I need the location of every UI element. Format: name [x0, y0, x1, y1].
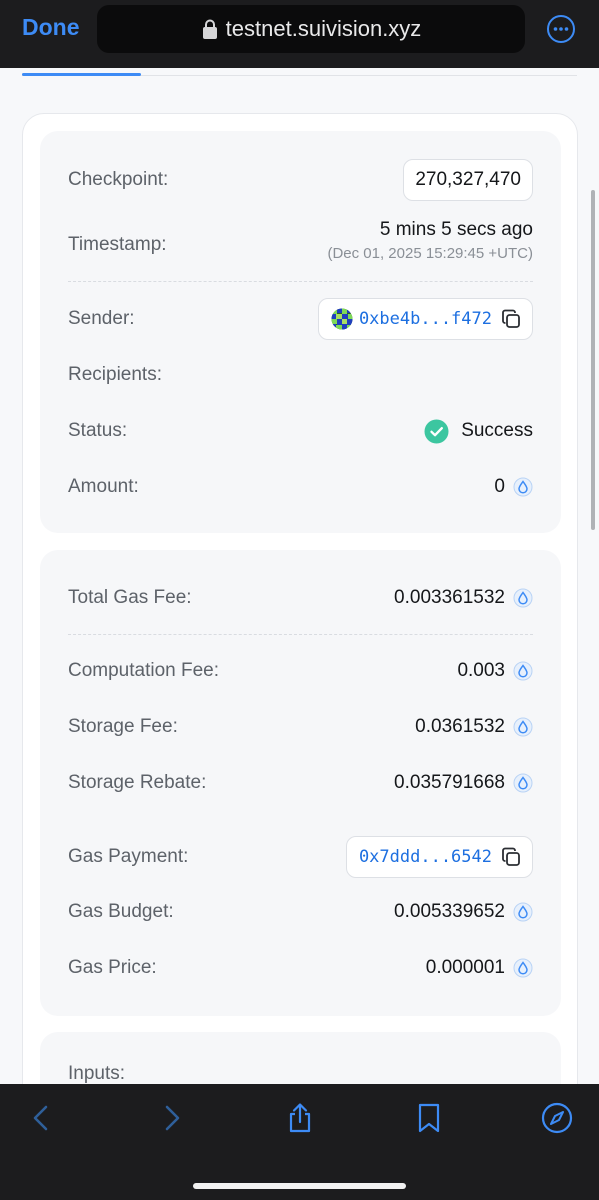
page-content: Checkpoint: 270,327,470 Timestamp: 5 min…	[0, 68, 599, 1084]
inputs-label: Inputs:	[68, 1063, 126, 1084]
compass-icon[interactable]	[541, 1102, 573, 1134]
computation-fee-label: Computation Fee:	[68, 660, 220, 681]
computation-fee-value: 0.003	[457, 660, 533, 682]
gas-price-label: Gas Price:	[68, 957, 157, 978]
bookmarks-icon[interactable]	[413, 1102, 445, 1134]
sender-label: Sender:	[68, 308, 135, 329]
home-indicator[interactable]	[193, 1183, 406, 1189]
checkpoint-chip[interactable]: 270,327,470	[403, 159, 533, 201]
gas-price-row: Gas Price: 0.000001	[68, 950, 533, 986]
url-text: testnet.suivision.xyz	[225, 16, 422, 41]
timestamp-row: Timestamp: 5 mins 5 secs ago (Dec 01, 20…	[68, 215, 533, 265]
copy-icon[interactable]	[500, 308, 522, 330]
transaction-card: Checkpoint: 270,327,470 Timestamp: 5 min…	[22, 113, 578, 1084]
sender-address[interactable]: 0xbe4b...f472	[359, 309, 492, 329]
back-icon[interactable]	[26, 1102, 58, 1134]
sui-drop-icon	[513, 958, 533, 978]
sui-drop-icon	[513, 902, 533, 922]
storage-rebate-label: Storage Rebate:	[68, 772, 207, 793]
amount-label: Amount:	[68, 476, 139, 497]
tab-active-indicator[interactable]	[22, 73, 141, 76]
checkpoint-label: Checkpoint:	[68, 169, 169, 190]
gas-budget-number: 0.005339652	[394, 901, 505, 922]
status-label: Status:	[68, 420, 128, 441]
overview-panel: Checkpoint: 270,327,470 Timestamp: 5 min…	[40, 131, 561, 533]
gas-panel: Total Gas Fee: 0.003361532 Computation F…	[40, 550, 561, 1016]
sui-drop-icon	[513, 773, 533, 793]
amount-value: 0	[494, 476, 533, 498]
inputs-panel: Inputs:	[40, 1032, 561, 1084]
address-bar[interactable]: testnet.suivision.xyz	[97, 5, 525, 53]
total-gas-value: 0.003361532	[394, 587, 533, 609]
forward-icon[interactable]	[155, 1102, 187, 1134]
storage-fee-row: Storage Fee: 0.0361532	[68, 709, 533, 745]
gas-price-number: 0.000001	[425, 957, 505, 978]
divider	[68, 281, 533, 282]
timestamp-absolute: (Dec 01, 2025 15:29:45 +UTC)	[327, 244, 533, 262]
storage-rebate-row: Storage Rebate: 0.035791668	[68, 765, 533, 801]
computation-fee-number: 0.003	[457, 660, 505, 681]
recipients-row: Recipients:	[68, 357, 533, 393]
storage-rebate-number: 0.035791668	[394, 772, 505, 793]
storage-fee-number: 0.0361532	[415, 716, 505, 737]
gas-budget-row: Gas Budget: 0.005339652	[68, 894, 533, 930]
gas-payment-address[interactable]: 0x7ddd...6542	[359, 847, 492, 867]
sender-avatar	[331, 308, 353, 330]
share-icon[interactable]	[284, 1102, 316, 1134]
gas-payment-label: Gas Payment:	[68, 846, 189, 867]
divider	[68, 634, 533, 635]
computation-fee-row: Computation Fee: 0.003	[68, 653, 533, 689]
total-gas-number: 0.003361532	[394, 587, 505, 608]
checkpoint-row: Checkpoint: 270,327,470	[68, 159, 533, 201]
sui-drop-icon	[513, 588, 533, 608]
storage-fee-value: 0.0361532	[415, 716, 533, 738]
done-button[interactable]: Done	[22, 14, 80, 41]
timestamp-values: 5 mins 5 secs ago (Dec 01, 2025 15:29:45…	[327, 219, 533, 262]
timestamp-label: Timestamp:	[68, 234, 167, 255]
sui-drop-icon	[513, 717, 533, 737]
storage-rebate-value: 0.035791668	[394, 772, 533, 794]
status-row: Status: Success	[68, 413, 533, 449]
total-gas-label: Total Gas Fee:	[68, 587, 192, 608]
sui-drop-icon	[513, 477, 533, 497]
gas-price-value: 0.000001	[426, 957, 533, 979]
gas-budget-value: 0.005339652	[394, 901, 533, 923]
gas-budget-label: Gas Budget:	[68, 901, 174, 922]
timestamp-relative: 5 mins 5 secs ago	[379, 218, 533, 240]
amount-number: 0	[494, 476, 505, 497]
sender-address-chip[interactable]: 0xbe4b...f472	[317, 298, 533, 340]
check-circle-icon	[424, 419, 449, 443]
status-value: Success	[424, 419, 533, 444]
total-gas-row: Total Gas Fee: 0.003361532	[68, 580, 533, 616]
storage-fee-label: Storage Fee:	[68, 716, 178, 737]
amount-row: Amount: 0	[68, 469, 533, 505]
gas-payment-chip[interactable]: 0x7ddd...6542	[345, 836, 533, 878]
sui-drop-icon	[513, 661, 533, 681]
browser-top-bar: Done testnet.suivision.xyz	[0, 0, 599, 68]
scrollbar[interactable]	[591, 190, 595, 530]
lock-icon	[202, 19, 217, 39]
inputs-row: Inputs:	[68, 1056, 533, 1084]
gas-payment-row: Gas Payment: 0x7ddd...6542	[68, 836, 533, 878]
sender-row: Sender: 0xbe4b...f472	[68, 298, 533, 340]
more-icon[interactable]	[546, 14, 576, 44]
status-text: Success	[461, 420, 533, 441]
recipients-label: Recipients:	[68, 364, 162, 385]
copy-icon[interactable]	[500, 846, 522, 868]
